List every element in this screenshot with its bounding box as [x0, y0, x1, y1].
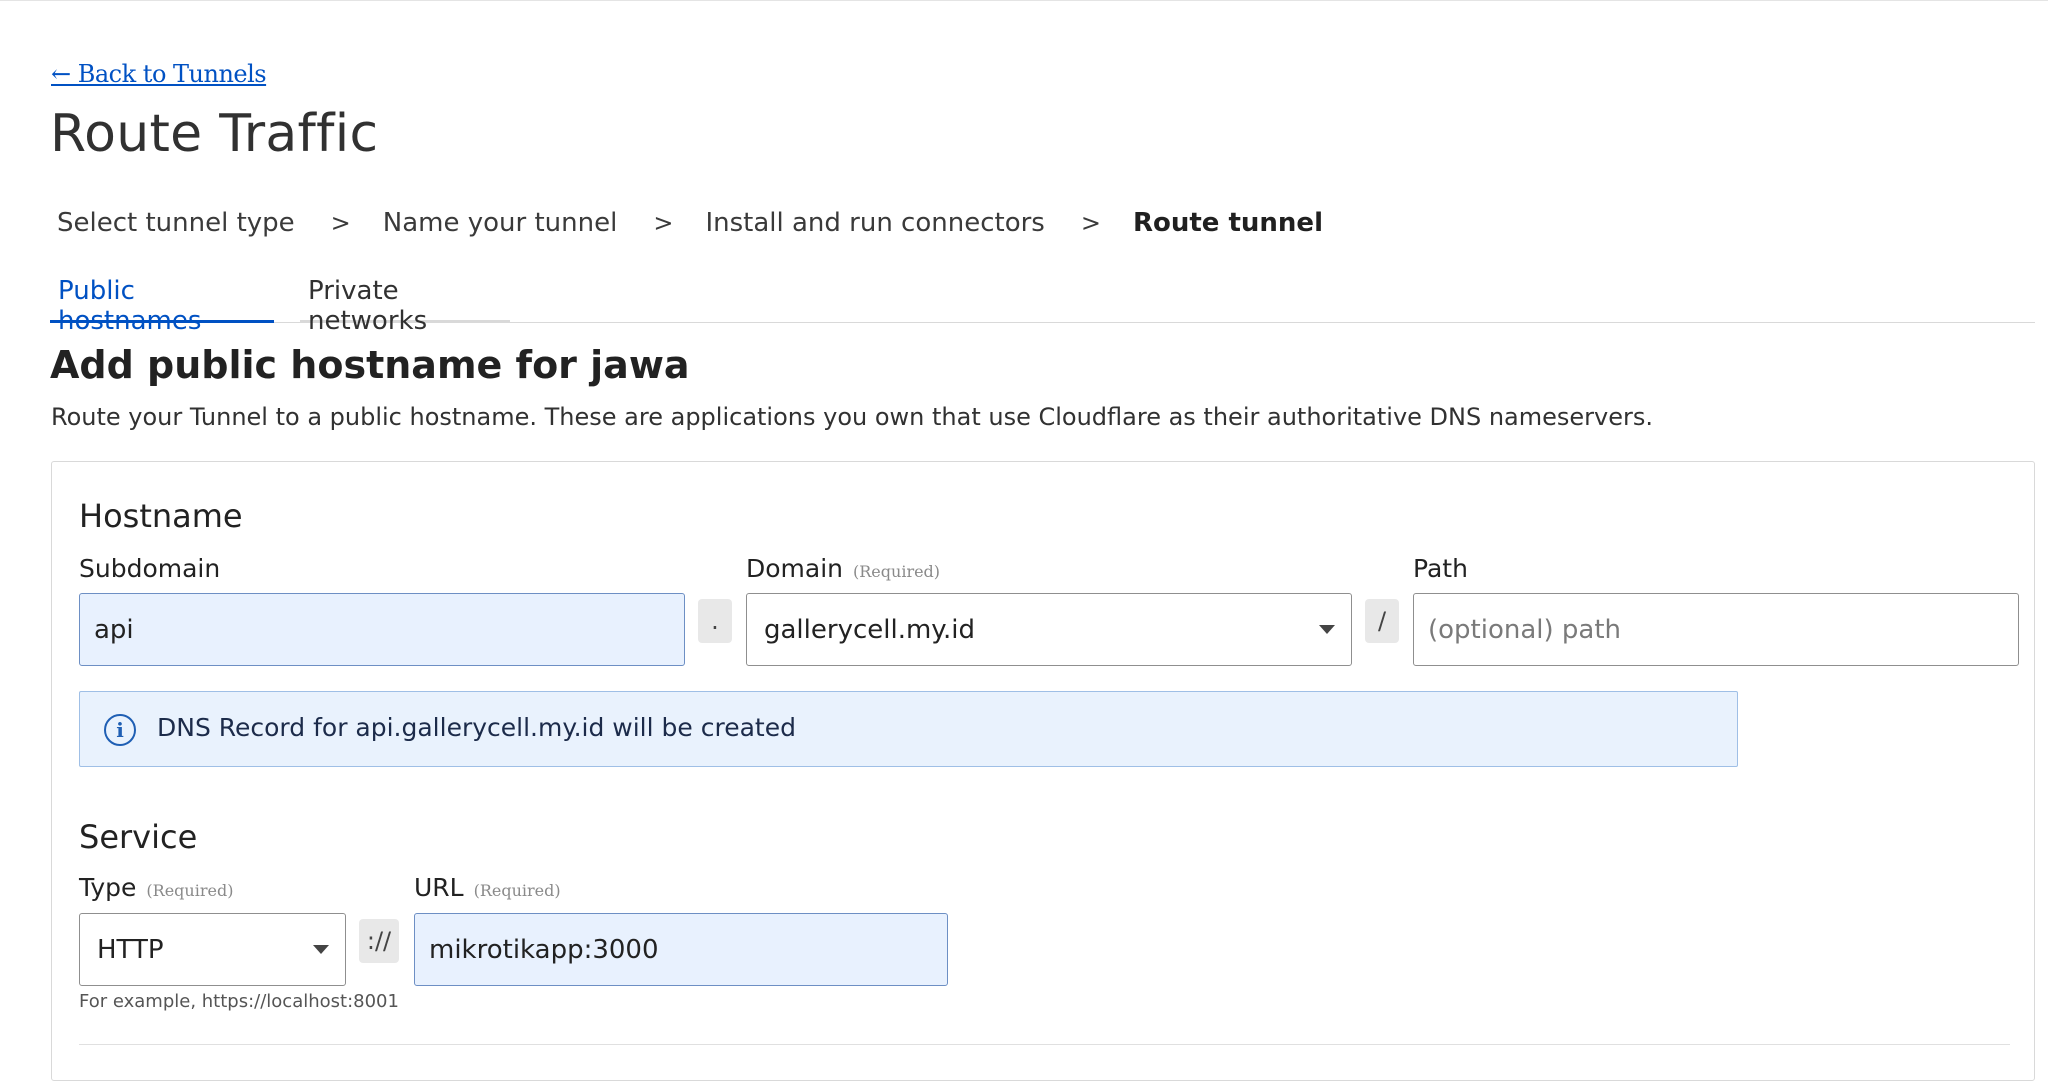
- service-title: Service: [79, 818, 198, 856]
- path-label: Path: [1413, 554, 1468, 583]
- type-required-tag: (Required): [146, 881, 234, 900]
- service-type-select[interactable]: HTTP: [79, 913, 346, 986]
- service-url-hint: For example, https://localhost:8001: [79, 991, 399, 1012]
- dot-separator: .: [698, 599, 732, 643]
- step-install-connectors: Install and run connectors: [705, 208, 1045, 238]
- subdomain-input[interactable]: api: [79, 593, 685, 666]
- tab-private-networks[interactable]: Private networks: [300, 276, 510, 336]
- step-route-tunnel: Route tunnel: [1132, 208, 1323, 238]
- url-required-tag: (Required): [473, 881, 561, 900]
- domain-required-tag: (Required): [853, 562, 941, 581]
- section-description: Route your Tunnel to a public hostname. …: [51, 403, 1653, 431]
- step-separator: >: [1080, 209, 1101, 237]
- step-separator: >: [330, 209, 351, 237]
- tab-bar: Public hostnames Private networks: [50, 268, 2035, 336]
- chevron-down-icon: [1319, 625, 1335, 634]
- domain-label: Domain (Required): [746, 554, 940, 583]
- domain-label-text: Domain: [746, 554, 844, 583]
- info-icon: i: [104, 714, 136, 746]
- domain-select[interactable]: gallerycell.my.id: [746, 593, 1352, 666]
- type-label-text: Type: [79, 873, 137, 902]
- scheme-separator: ://: [359, 919, 399, 963]
- section-divider: [79, 1044, 2010, 1045]
- dns-record-info-text: DNS Record for api.gallerycell.my.id wil…: [157, 713, 796, 742]
- type-label: Type (Required): [79, 873, 233, 902]
- page: ← Back to Tunnels Route Traffic Select t…: [0, 0, 2048, 1081]
- subdomain-label: Subdomain: [79, 554, 221, 583]
- slash-separator: /: [1365, 599, 1399, 643]
- dns-record-info-banner: i DNS Record for api.gallerycell.my.id w…: [79, 691, 1738, 767]
- hostname-title: Hostname: [79, 497, 243, 535]
- step-separator: >: [653, 209, 674, 237]
- chevron-down-icon: [313, 945, 329, 954]
- back-to-tunnels-link[interactable]: ← Back to Tunnels: [51, 60, 267, 88]
- section-title: Add public hostname for jawa: [50, 343, 690, 387]
- domain-select-value: gallerycell.my.id: [764, 614, 975, 645]
- url-label: URL (Required): [414, 873, 561, 902]
- hostname-form-card: Hostname Subdomain api . Domain (Required…: [51, 461, 2035, 1081]
- url-label-text: URL: [414, 873, 464, 902]
- step-select-tunnel-type: Select tunnel type: [57, 208, 295, 238]
- path-input[interactable]: (optional) path: [1413, 593, 2019, 666]
- breadcrumb-steps: Select tunnel type > Name your tunnel > …: [57, 208, 1323, 238]
- page-title: Route Traffic: [50, 104, 379, 164]
- service-url-input[interactable]: mikrotikapp:3000: [414, 913, 948, 986]
- service-type-value: HTTP: [97, 934, 164, 965]
- step-name-your-tunnel: Name your tunnel: [382, 208, 618, 238]
- tab-public-hostnames[interactable]: Public hostnames: [50, 276, 274, 336]
